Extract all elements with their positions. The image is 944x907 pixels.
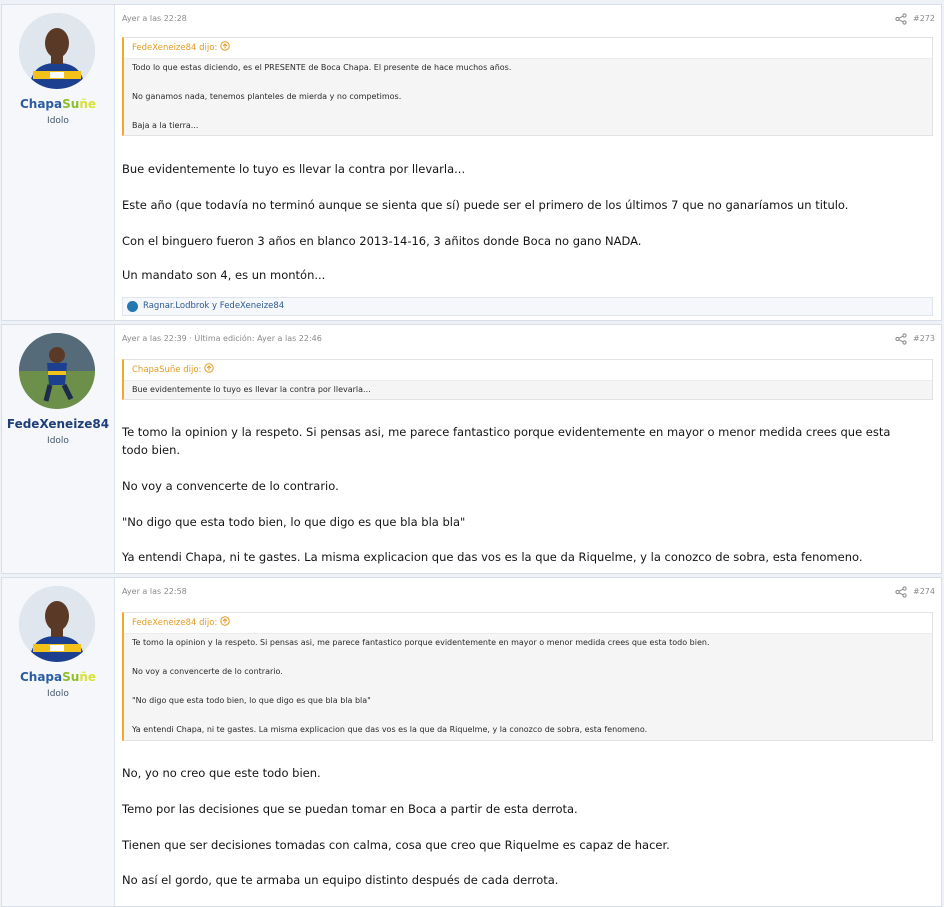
message: Ayer a las 22:39 · Última edición: Ayer …: [114, 325, 941, 573]
quote-block: ChapaSuñe dijo: Bue evidentemente lo tuy…: [122, 359, 933, 400]
post-272: ChapaSuñe Idolo Ayer a las 22:28 #272 Fe…: [1, 4, 942, 321]
username[interactable]: ChapaSuñe: [2, 670, 114, 684]
user-title: Idolo: [47, 116, 69, 126]
quote-line: "No digo que esta todo bien, lo que digo…: [132, 696, 371, 705]
quote-header[interactable]: FedeXeneize84 dijo:: [124, 613, 932, 634]
body-text: todo bien.: [122, 443, 181, 457]
quote-line: Te tomo la opinion y la respeto. Si pens…: [132, 638, 710, 647]
avatar[interactable]: [19, 13, 95, 89]
user-cell: ChapaSuñe Idolo: [2, 578, 115, 906]
post-number[interactable]: #273: [913, 334, 935, 343]
share-icon[interactable]: [895, 586, 907, 598]
body-text: Bue evidentemente lo tuyo es llevar la c…: [122, 162, 466, 176]
quote-block: FedeXeneize84 dijo: Todo lo que estas di…: [122, 37, 933, 136]
post-date[interactable]: Ayer a las 22:28: [122, 14, 187, 23]
body-text: Con el binguero fueron 3 años en blanco …: [122, 234, 642, 248]
quote-header[interactable]: FedeXeneize84 dijo:: [124, 38, 932, 59]
body-text: No voy a convencerte de lo contrario.: [122, 479, 339, 493]
body-text: Un mandato son 4, es un montón...: [122, 268, 326, 282]
body-text: Temo por las decisiones que se puedan to…: [122, 802, 578, 816]
quote-line: No voy a convencerte de lo contrario.: [132, 667, 283, 676]
quote-line: Ya entendi Chapa, ni te gastes. La misma…: [132, 725, 648, 734]
post-number[interactable]: #274: [913, 587, 935, 596]
username[interactable]: ChapaSuñe: [2, 97, 114, 111]
body-text: Te tomo la opinion y la respeto. Si pens…: [122, 425, 891, 439]
username[interactable]: FedeXeneize84: [2, 417, 114, 431]
quote-line: Bue evidentemente lo tuyo es llevar la c…: [132, 385, 371, 394]
quote-line: Baja a la tierra...: [132, 121, 199, 130]
avatar[interactable]: [19, 586, 95, 662]
body-text: Este año (que todavía no terminó aunque …: [122, 198, 849, 212]
user-title: Idolo: [47, 436, 69, 446]
post-number[interactable]: #272: [913, 14, 935, 23]
body-text: No, yo no creo que este todo bien.: [122, 766, 321, 780]
user-cell: ChapaSuñe Idolo: [2, 5, 115, 320]
body-text: Ya entendi Chapa, ni te gastes. La misma…: [122, 550, 863, 564]
body-text: Tienen que ser decisiones tomadas con ca…: [122, 838, 670, 852]
post-date[interactable]: Ayer a las 22:58: [122, 587, 187, 596]
arrow-up-icon[interactable]: [220, 616, 231, 626]
share-icon[interactable]: [895, 13, 907, 25]
message: Ayer a las 22:58 #274 FedeXeneize84 dijo…: [114, 578, 941, 906]
post-273: FedeXeneize84 Idolo Ayer a las 22:39 · Ú…: [1, 324, 942, 574]
body-text: "No digo que esta todo bien, lo que digo…: [122, 515, 466, 529]
post-date[interactable]: Ayer a las 22:39 · Última edición: Ayer …: [122, 334, 322, 343]
body-text: No así el gordo, que te armaba un equipo…: [122, 873, 559, 887]
share-icon[interactable]: [895, 333, 907, 345]
like-icon: [127, 301, 138, 312]
arrow-up-icon[interactable]: [204, 363, 215, 373]
arrow-up-icon[interactable]: [220, 41, 231, 51]
quote-header[interactable]: ChapaSuñe dijo:: [124, 360, 932, 381]
reactions-bar[interactable]: Ragnar.Lodbrok y FedeXeneize84: [122, 297, 933, 316]
post-274: ChapaSuñe Idolo Ayer a las 22:58 #274 Fe…: [1, 577, 942, 907]
avatar[interactable]: [19, 333, 95, 409]
quote-line: No ganamos nada, tenemos planteles de mi…: [132, 92, 402, 101]
quote-line: Todo lo que estas diciendo, es el PRESEN…: [132, 63, 512, 72]
user-title: Idolo: [47, 689, 69, 699]
user-cell: FedeXeneize84 Idolo: [2, 325, 115, 573]
message: Ayer a las 22:28 #272 FedeXeneize84 dijo…: [114, 5, 941, 320]
quote-block: FedeXeneize84 dijo: Te tomo la opinion y…: [122, 612, 933, 741]
